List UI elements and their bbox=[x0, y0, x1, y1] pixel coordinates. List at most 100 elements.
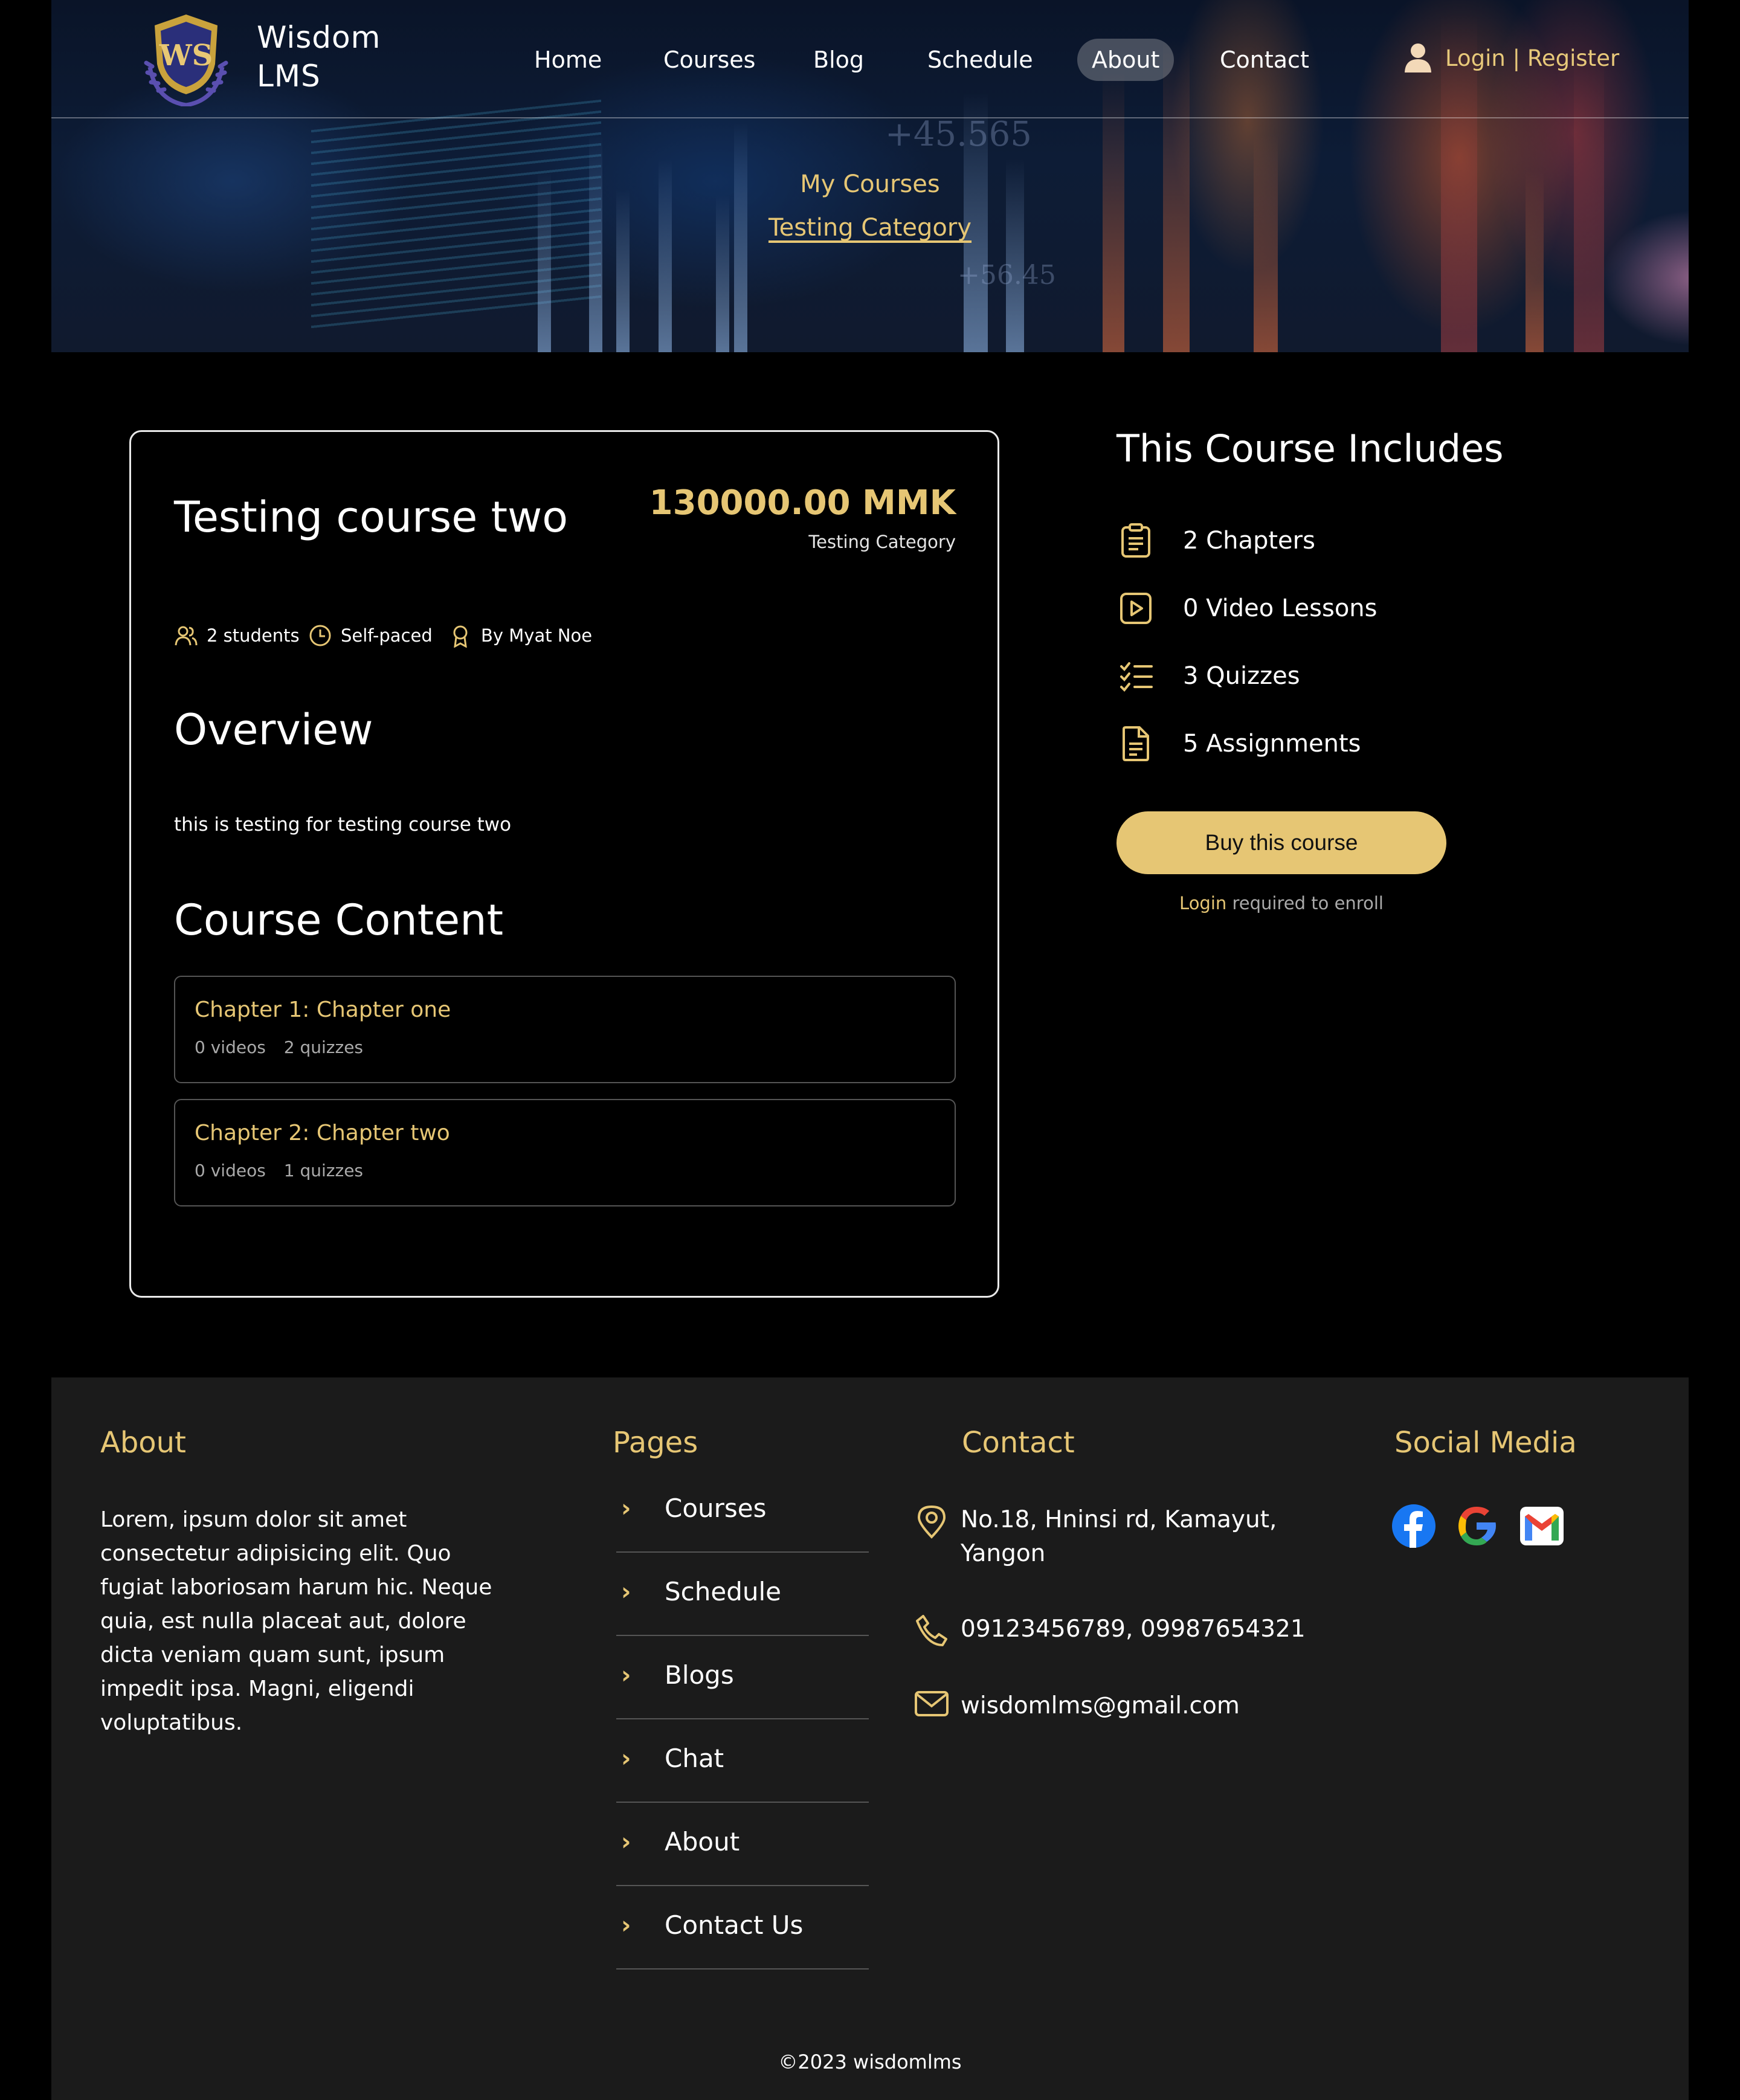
footer-link-label: Schedule bbox=[665, 1577, 781, 1606]
user-icon[interactable] bbox=[1403, 42, 1433, 74]
breadcrumb-parent: My Courses bbox=[0, 170, 1740, 198]
chapter-quizzes: 2 quizzes bbox=[283, 1037, 364, 1057]
footer-link-schedule[interactable]: › Schedule bbox=[616, 1554, 869, 1636]
nav-contact[interactable]: Contact bbox=[1220, 39, 1309, 81]
chevron-right-icon: › bbox=[621, 1828, 631, 1856]
address-line-1: No.18, Hninsi rd, Kamayut, bbox=[961, 1506, 1277, 1533]
nav-courses[interactable]: Courses bbox=[663, 39, 755, 81]
nav-home[interactable]: Home bbox=[534, 39, 602, 81]
login-required-text: required to enroll bbox=[1232, 893, 1384, 913]
footer-link-label: Contact Us bbox=[665, 1910, 804, 1940]
hero-deco-number: +56.45 bbox=[958, 260, 1056, 291]
chapter-meta: 0 videos 2 quizzes bbox=[195, 1037, 363, 1057]
breadcrumb-my-courses[interactable]: My Courses bbox=[800, 170, 939, 198]
login-link[interactable]: Login bbox=[1445, 45, 1506, 71]
overview-heading: Overview bbox=[174, 705, 373, 755]
contact-phone: 09123456789, 09987654321 bbox=[914, 1612, 1306, 1647]
document-icon bbox=[1123, 726, 1149, 761]
footer-contact-heading: Contact bbox=[962, 1426, 1075, 1460]
nav-about[interactable]: About bbox=[1077, 39, 1174, 81]
phone-icon bbox=[916, 1615, 947, 1646]
svg-text:WS: WS bbox=[159, 39, 213, 72]
login-required-note: Login required to enroll bbox=[1116, 893, 1446, 913]
award-icon bbox=[453, 625, 468, 648]
gmail-icon[interactable] bbox=[1519, 1503, 1565, 1549]
google-icon[interactable] bbox=[1454, 1503, 1500, 1549]
includes-title: This Course Includes bbox=[1116, 427, 1504, 471]
pace-label: Self-paced bbox=[341, 625, 433, 646]
course-category: Testing Category bbox=[808, 532, 956, 552]
footer-link-courses[interactable]: › Courses bbox=[616, 1470, 869, 1553]
chapter-videos: 0 videos bbox=[195, 1161, 266, 1180]
facebook-icon[interactable] bbox=[1391, 1503, 1437, 1549]
breadcrumb-category-link[interactable]: Testing Category bbox=[768, 214, 971, 242]
chevron-right-icon: › bbox=[621, 1578, 631, 1606]
users-icon bbox=[175, 626, 198, 646]
include-label: 3 Quizzes bbox=[1183, 662, 1300, 690]
footer-link-blogs[interactable]: › Blogs bbox=[616, 1637, 869, 1719]
copyright: ©2023 wisdomlms bbox=[778, 2050, 962, 2073]
checklist-icon bbox=[1120, 662, 1153, 692]
include-chapters: 2 Chapters bbox=[1116, 520, 1315, 562]
include-videos: 0 Video Lessons bbox=[1116, 587, 1377, 630]
overview-text: this is testing for testing course two bbox=[174, 814, 512, 836]
brand-line-2: LMS bbox=[257, 59, 321, 94]
meta-students: 2 students bbox=[174, 622, 300, 649]
footer-link-label: Chat bbox=[665, 1744, 724, 1773]
footer-link-label: About bbox=[665, 1827, 740, 1857]
register-link[interactable]: Register bbox=[1527, 45, 1619, 71]
include-assignments: 5 Assignments bbox=[1116, 723, 1361, 765]
chapter-item[interactable]: Chapter 2: Chapter two 0 videos 1 quizzes bbox=[174, 1099, 956, 1206]
email-address[interactable]: wisdomlms@gmail.com bbox=[961, 1689, 1240, 1723]
chapter-title: Chapter 1: Chapter one bbox=[195, 997, 451, 1022]
chevron-right-icon: › bbox=[621, 1912, 631, 1939]
footer-link-label: Blogs bbox=[665, 1660, 734, 1690]
footer-link-about[interactable]: › About bbox=[616, 1804, 869, 1886]
footer-about-heading: About bbox=[100, 1426, 186, 1460]
footer-pages-heading: Pages bbox=[613, 1426, 698, 1460]
chapter-item[interactable]: Chapter 1: Chapter one 0 videos 2 quizzes bbox=[174, 976, 956, 1083]
enroll-login-link[interactable]: Login bbox=[1179, 893, 1226, 913]
include-quizzes: 3 Quizzes bbox=[1116, 655, 1300, 697]
students-count: 2 students bbox=[207, 625, 300, 646]
phone-numbers[interactable]: 09123456789, 09987654321 bbox=[961, 1612, 1306, 1647]
course-title: Testing course two bbox=[174, 492, 569, 542]
location-pin-icon bbox=[917, 1505, 946, 1539]
logo-shield-icon[interactable]: WS bbox=[138, 10, 234, 106]
footer-link-label: Courses bbox=[665, 1493, 767, 1523]
login-separator: | bbox=[1512, 45, 1521, 71]
contact-address: No.18, Hninsi rd, Kamayut, Yangon bbox=[914, 1503, 1277, 1571]
contact-email: wisdomlms@gmail.com bbox=[914, 1689, 1240, 1723]
include-label: 2 Chapters bbox=[1183, 527, 1315, 555]
clipboard-list-icon bbox=[1121, 523, 1150, 558]
footer-link-chat[interactable]: › Chat bbox=[616, 1721, 869, 1803]
nav-schedule[interactable]: Schedule bbox=[927, 39, 1033, 81]
address-line-2: Yangon bbox=[961, 1540, 1046, 1567]
footer-link-contact-us[interactable]: › Contact Us bbox=[616, 1887, 869, 1970]
chapter-quizzes: 1 quizzes bbox=[283, 1161, 364, 1180]
meta-instructor: By Myat Noe bbox=[448, 622, 592, 649]
chevron-right-icon: › bbox=[621, 1745, 631, 1773]
course-price: 130000.00 MMK bbox=[649, 483, 956, 523]
footer-social-heading: Social Media bbox=[1394, 1426, 1577, 1460]
login-register: Login | Register bbox=[1445, 43, 1619, 74]
brand-name[interactable]: Wisdom LMS bbox=[257, 18, 381, 95]
breadcrumb-current: Testing Category bbox=[0, 214, 1740, 242]
footer-about-text: Lorem, ipsum dolor sit amet consectetur … bbox=[100, 1507, 492, 1735]
play-square-icon bbox=[1120, 593, 1152, 624]
mail-icon bbox=[915, 1691, 949, 1716]
nav-blog[interactable]: Blog bbox=[813, 39, 864, 81]
clock-icon bbox=[309, 625, 331, 646]
buy-course-button[interactable]: Buy this course bbox=[1116, 811, 1446, 874]
include-label: 0 Video Lessons bbox=[1183, 594, 1378, 622]
course-content-heading: Course Content bbox=[174, 895, 504, 945]
chevron-right-icon: › bbox=[621, 1495, 631, 1522]
chapter-meta: 0 videos 1 quizzes bbox=[195, 1161, 363, 1180]
include-label: 5 Assignments bbox=[1183, 730, 1361, 758]
brand-line-1: Wisdom bbox=[257, 20, 381, 55]
nav-divider bbox=[51, 117, 1689, 118]
chapter-videos: 0 videos bbox=[195, 1037, 266, 1057]
instructor-name: By Myat Noe bbox=[481, 625, 593, 646]
meta-pace: Self-paced bbox=[308, 622, 433, 649]
chevron-right-icon: › bbox=[621, 1661, 631, 1689]
